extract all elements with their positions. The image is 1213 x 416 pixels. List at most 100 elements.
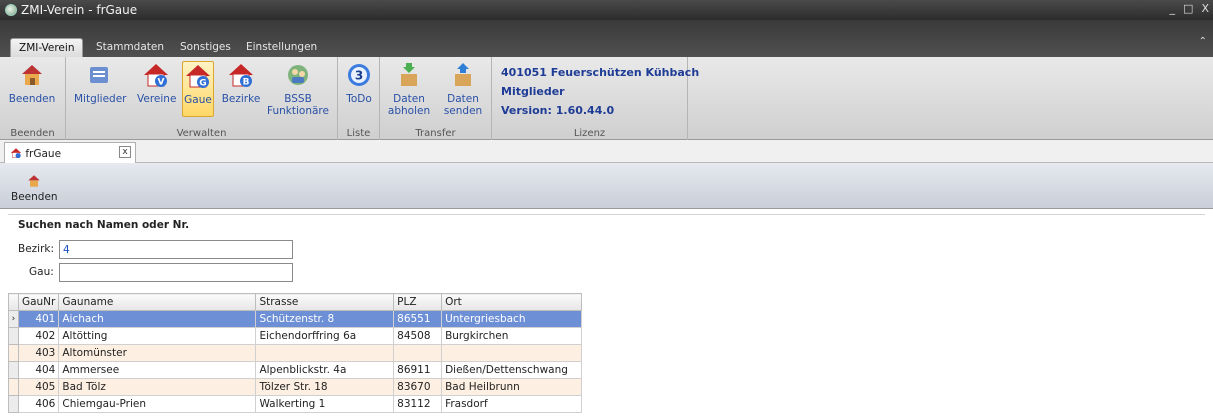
close-tab-icon[interactable]: x xyxy=(119,146,131,158)
cell-plz: 84508 xyxy=(393,327,443,345)
cell-strasse xyxy=(255,344,395,362)
cell-ort: Burgkirchen xyxy=(441,327,582,345)
ribbon-collapse-icon[interactable]: ⌃ xyxy=(1199,36,1207,47)
tab-stammdaten[interactable]: Stammdaten xyxy=(88,38,172,57)
cell-ort: Bad Heilbrunn xyxy=(441,378,582,396)
cell-plz: 83112 xyxy=(393,395,443,413)
table-row[interactable]: 402 Altötting Eichendorffring 6a 84508 B… xyxy=(8,327,582,345)
todo-3-icon: 3 xyxy=(348,64,370,86)
cell-gaunr: 403 xyxy=(17,344,60,362)
group-label: Transfer xyxy=(415,128,456,139)
table-header-row: GauNr Gauname Strasse PLZ Ort xyxy=(8,293,582,311)
row-selector-header xyxy=(8,293,19,311)
cell-strasse: Tölzer Str. 18 xyxy=(255,378,395,396)
table-row[interactable]: › 401 Aichach Schützenstr. 8 86551 Unter… xyxy=(8,310,582,328)
license-club: 401051 Feuerschützen Kühbach xyxy=(501,66,700,79)
ribbon: Beenden Beenden Mitglieder V Vereine G G… xyxy=(0,57,1213,140)
bssb-funktionaere-button[interactable]: BSSB Funktionäre xyxy=(266,61,330,117)
column-plz[interactable]: PLZ xyxy=(393,293,443,311)
house-g-icon: G xyxy=(186,65,210,89)
row-selector[interactable] xyxy=(8,344,19,362)
group-label: Beenden xyxy=(10,128,55,139)
cell-plz xyxy=(393,344,443,362)
row-selector[interactable] xyxy=(8,361,19,379)
mitglieder-button[interactable]: Mitglieder xyxy=(74,61,127,105)
table-row[interactable]: 405 Bad Tölz Tölzer Str. 18 83670 Bad He… xyxy=(8,378,582,396)
members-icon xyxy=(90,67,108,83)
officials-icon xyxy=(288,65,308,85)
row-selector[interactable] xyxy=(8,395,19,413)
house-g-icon xyxy=(10,148,22,159)
toolbar-beenden-button[interactable]: Beenden xyxy=(11,173,58,203)
gau-label: Gau: xyxy=(29,266,54,278)
license-module: Mitglieder xyxy=(501,85,565,98)
gau-input[interactable] xyxy=(59,263,293,282)
cell-gauname: Aichach xyxy=(58,310,257,328)
table-row[interactable]: 404 Ammersee Alpenblickstr. 4a 86911 Die… xyxy=(8,361,582,379)
ribbon-tab-strip: ZMI-Verein Stammdaten Sonstiges Einstell… xyxy=(0,20,1213,57)
cell-plz: 83670 xyxy=(393,378,443,396)
group-transfer: Daten abholen Daten senden Transfer xyxy=(380,57,492,140)
cell-ort xyxy=(441,344,582,362)
todo-button[interactable]: 3 ToDo xyxy=(342,61,376,105)
group-label: Liste xyxy=(346,128,371,139)
cell-gaunr: 401 xyxy=(17,310,60,328)
cell-strasse: Walkerting 1 xyxy=(255,395,395,413)
license-version: Version: 1.60.44.0 xyxy=(501,104,615,117)
row-selector[interactable] xyxy=(8,327,19,345)
tab-einstellungen[interactable]: Einstellungen xyxy=(238,38,325,57)
beenden-button[interactable]: Beenden xyxy=(6,61,58,105)
search-header: Suchen nach Namen oder Nr. xyxy=(18,219,190,231)
group-label: Lizenz xyxy=(573,128,606,139)
cell-gauname: Altötting xyxy=(58,327,257,345)
column-ort[interactable]: Ort xyxy=(441,293,582,311)
close-button[interactable]: X xyxy=(1201,2,1209,15)
cell-strasse: Eichendorffring 6a xyxy=(255,327,395,345)
svg-text:3: 3 xyxy=(355,69,363,83)
minimize-button[interactable]: _ xyxy=(1170,2,1176,15)
gaue-button[interactable]: G Gaue xyxy=(182,61,214,117)
column-gaunr[interactable]: GauNr xyxy=(17,293,60,311)
house-v-icon: V xyxy=(144,64,168,88)
row-selector[interactable] xyxy=(8,378,19,396)
cell-gaunr: 405 xyxy=(17,378,60,396)
daten-senden-button[interactable]: Daten senden xyxy=(440,61,486,117)
bezirke-button[interactable]: B Bezirke xyxy=(221,61,261,105)
app-icon xyxy=(5,4,17,16)
cell-plz: 86911 xyxy=(393,361,443,379)
cell-ort: Dießen/Dettenschwang xyxy=(441,361,582,379)
cell-gaunr: 404 xyxy=(17,361,60,379)
bezirk-label: Bezirk: xyxy=(18,243,55,255)
license-info: 401051 Feuerschützen Kühbach Mitglieder … xyxy=(501,63,699,120)
column-gauname[interactable]: Gauname xyxy=(58,293,257,311)
cell-gauname: Chiemgau-Prien xyxy=(58,395,257,413)
vereine-button[interactable]: V Vereine xyxy=(137,61,176,105)
daten-abholen-button[interactable]: Daten abholen xyxy=(386,61,432,117)
bezirk-input[interactable] xyxy=(59,240,293,259)
document-tab-strip: frGaue x xyxy=(0,140,1213,163)
maximize-button[interactable]: □ xyxy=(1183,2,1193,15)
tab-zmi-verein[interactable]: ZMI-Verein xyxy=(10,38,84,57)
search-panel: Suchen nach Namen oder Nr. Bezirk: Gau: xyxy=(8,214,1205,286)
cell-ort: Untergriesbach xyxy=(441,310,582,328)
tab-frgaue[interactable]: frGaue x xyxy=(4,142,136,163)
title-bar: ZMI-Verein - frGaue _ □ X xyxy=(0,0,1213,20)
group-label: Verwalten xyxy=(176,128,227,139)
house-exit-icon xyxy=(22,65,42,85)
column-strasse[interactable]: Strasse xyxy=(255,293,395,311)
cell-strasse: Schützenstr. 8 xyxy=(255,310,395,328)
table-row[interactable]: 403 Altomünster xyxy=(8,344,582,362)
tab-sonstiges[interactable]: Sonstiges xyxy=(172,38,239,57)
svg-text:G: G xyxy=(199,79,206,89)
cell-gauname: Bad Tölz xyxy=(58,378,257,396)
cell-gauname: Ammersee xyxy=(58,361,257,379)
cell-plz: 86551 xyxy=(393,310,443,328)
gaue-table: GauNr Gauname Strasse PLZ Ort › 401 Aich… xyxy=(8,293,582,413)
form-toolbar: Beenden xyxy=(0,163,1213,209)
upload-box-icon xyxy=(455,63,471,86)
svg-text:V: V xyxy=(158,78,165,88)
window-title: ZMI-Verein - frGaue xyxy=(21,3,138,17)
house-b-icon: B xyxy=(229,64,253,88)
svg-text:B: B xyxy=(243,78,250,88)
table-row[interactable]: 406 Chiemgau-Prien Walkerting 1 83112 Fr… xyxy=(8,395,582,413)
